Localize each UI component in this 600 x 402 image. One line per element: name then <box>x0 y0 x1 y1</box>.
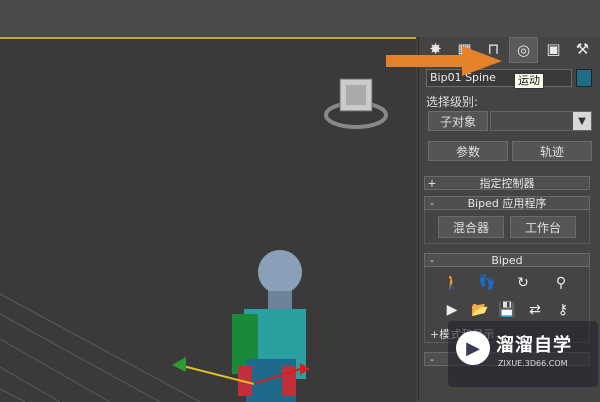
play-biped-icon[interactable]: ▶ <box>443 301 461 319</box>
watermark-subtitle: ZIXUE.3D66.COM <box>498 359 568 368</box>
object-color-swatch[interactable] <box>576 69 592 87</box>
trajectories-button[interactable]: 轨迹 <box>512 141 592 161</box>
arrow-pointer-icon <box>386 46 502 76</box>
motion-tooltip: 运动 <box>514 73 544 89</box>
convert-icon[interactable]: ⇄ <box>526 301 544 319</box>
viewport-perspective[interactable] <box>0 37 416 402</box>
watermark-title: 溜溜自学 <box>496 335 572 356</box>
biped-apps-rollout[interactable]: - Biped 应用程序 <box>424 196 590 210</box>
rollout-title: Biped <box>491 253 523 267</box>
motion-icon: ◎ <box>516 41 531 59</box>
workbench-button[interactable]: 工作台 <box>510 216 576 238</box>
figure-mode-icon[interactable]: 🚶 <box>443 274 461 292</box>
motion-flow-icon[interactable]: ↻ <box>514 274 532 292</box>
mixer-mode-icon[interactable]: ⚲ <box>552 274 570 292</box>
utilities-icon: ⚒ <box>575 40 590 58</box>
chevron-down-icon: ▼ <box>573 112 591 130</box>
top-toolbar <box>0 0 600 38</box>
rollout-toggle: - <box>430 196 434 210</box>
sub-object-button[interactable]: 子对象 <box>428 111 488 131</box>
save-file-icon[interactable]: 💾 <box>498 301 516 319</box>
watermark: ▶ 溜溜自学 ZIXUE.3D66.COM <box>448 321 598 387</box>
viewcube[interactable] <box>324 78 388 129</box>
rollout-toggle: - <box>430 352 434 366</box>
utilities-tab[interactable]: ⚒ <box>569 37 596 61</box>
move-all-icon[interactable]: ⚷ <box>554 301 572 319</box>
rollout-title: Biped 应用程序 <box>467 197 547 210</box>
rollout-toggle: + <box>427 176 437 190</box>
motion-tab[interactable]: ◎ <box>509 37 538 63</box>
parameters-button[interactable]: 参数 <box>428 141 508 161</box>
footstep-mode-icon[interactable]: 👣 <box>478 274 496 292</box>
assign-controller-rollout[interactable]: + 指定控制器 <box>424 176 590 190</box>
rollout-toggle: - <box>430 253 434 267</box>
watermark-logo-icon: ▶ <box>456 331 490 365</box>
display-tab[interactable]: ▣ <box>540 37 567 61</box>
display-icon: ▣ <box>546 40 561 58</box>
viewport-scene <box>0 78 388 402</box>
mixer-button[interactable]: 混合器 <box>438 216 504 238</box>
selection-level-label: 选择级别: <box>426 95 479 109</box>
load-file-icon[interactable]: 📂 <box>471 301 489 319</box>
rollout-title: 指定控制器 <box>479 177 535 190</box>
biped-rollout[interactable]: - Biped <box>424 253 590 267</box>
sub-object-dropdown[interactable]: ▼ <box>490 111 592 131</box>
